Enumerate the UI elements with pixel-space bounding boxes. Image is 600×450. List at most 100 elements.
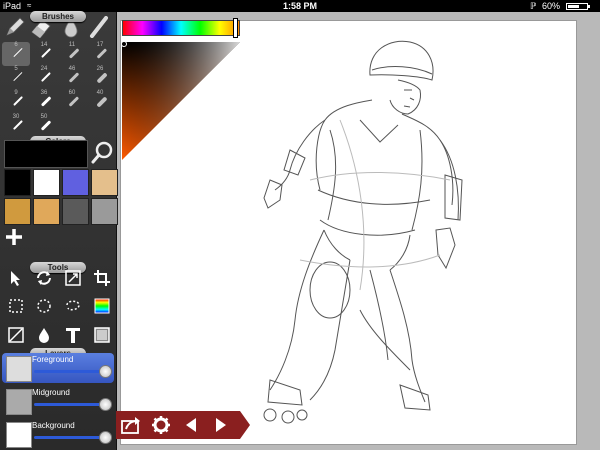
bluetooth-icon: ℙ — [530, 1, 537, 11]
brush-stroke-preview — [96, 96, 108, 108]
brush-size-label: 26 — [96, 66, 104, 72]
layer-opacity-slider[interactable] — [34, 370, 104, 373]
redo-arrow-icon[interactable] — [210, 415, 232, 435]
airbrush-icon[interactable] — [88, 16, 110, 38]
hue-slider-handle[interactable] — [232, 18, 238, 38]
layer-opacity-knob[interactable] — [99, 431, 112, 444]
brush-size-label: 11 — [68, 42, 76, 48]
left-tool-panel: Brushes 6141117524462693660403050 Colors… — [0, 11, 118, 450]
settings-gear-icon[interactable] — [150, 415, 172, 435]
brush-size-label: 50 — [40, 114, 48, 120]
layer-opacity-knob[interactable] — [99, 365, 112, 378]
brush-stroke-preview — [13, 47, 23, 58]
brush-type-bar: Brushes — [0, 11, 116, 40]
color-swatch[interactable] — [91, 198, 118, 225]
layer-thumbnail[interactable] — [6, 422, 32, 448]
brush-stroke-preview — [13, 71, 23, 82]
layer-row[interactable]: Foreground — [2, 353, 114, 383]
brush-size-option[interactable]: 26 — [86, 66, 114, 90]
layer-thumbnail[interactable] — [6, 389, 32, 415]
brush-size-option[interactable]: 36 — [30, 90, 58, 114]
brush-size-label: 46 — [68, 66, 76, 72]
brush-size-option[interactable]: 50 — [30, 114, 58, 138]
text-tool-icon[interactable] — [64, 326, 82, 344]
brush-size-label: 36 — [40, 90, 48, 96]
layer-opacity-slider[interactable] — [34, 403, 104, 406]
brush-size-label: 9 — [14, 90, 18, 96]
brush-size-label: 5 — [14, 66, 18, 72]
select-arrow-icon[interactable] — [7, 269, 25, 287]
magnifier-icon[interactable] — [90, 140, 114, 166]
fill-drop-icon[interactable] — [35, 326, 53, 344]
brush-size-option[interactable]: 46 — [58, 66, 86, 90]
brush-size-option[interactable] — [58, 114, 86, 138]
layer-name: Midground — [32, 388, 70, 397]
brush-stroke-preview — [96, 72, 108, 84]
pencil-icon[interactable] — [4, 16, 26, 38]
share-export-icon[interactable] — [120, 415, 142, 435]
scale-icon[interactable] — [64, 269, 82, 287]
undo-arrow-icon[interactable] — [180, 415, 202, 435]
brush-size-option[interactable]: 6 — [2, 42, 30, 66]
brush-stroke-preview — [40, 72, 52, 83]
brush-stroke-preview — [41, 48, 51, 58]
color-swatch[interactable] — [62, 198, 89, 225]
battery-icon — [566, 3, 590, 10]
layer-row[interactable]: Background — [2, 419, 114, 449]
current-color-preview[interactable] — [4, 140, 88, 168]
layer-name: Background — [32, 421, 75, 430]
skater-sketch — [263, 40, 463, 424]
saturation-brightness-picker[interactable] — [122, 42, 240, 160]
color-swatch[interactable] — [91, 169, 118, 196]
add-color-icon[interactable] — [4, 227, 24, 247]
brush-stroke-preview — [40, 120, 52, 131]
clock: 1:58 PM — [282, 1, 317, 11]
gradient-fill-icon[interactable] — [93, 297, 111, 315]
brush-stroke-preview — [68, 72, 80, 83]
layer-opacity-slider[interactable] — [34, 436, 104, 439]
crop-icon[interactable] — [93, 269, 111, 287]
status-bar: iPad ≈ 1:58 PM ℙ 60% — [0, 0, 600, 12]
layer-opacity-knob[interactable] — [99, 398, 112, 411]
battery-percent: 60% — [542, 1, 561, 11]
color-swatch[interactable] — [4, 198, 31, 225]
brush-size-option[interactable]: 24 — [30, 66, 58, 90]
brush-size-label: 40 — [96, 90, 104, 96]
brush-size-option[interactable]: 9 — [2, 90, 30, 114]
battery-fill — [568, 5, 579, 8]
brush-size-option[interactable]: 17 — [86, 42, 114, 66]
image-layer-icon[interactable] — [93, 326, 111, 344]
color-swatch[interactable] — [4, 169, 31, 196]
brush-stroke-preview — [13, 96, 23, 106]
hue-slider[interactable] — [122, 20, 240, 36]
layer-name: Foreground — [32, 355, 74, 364]
rect-select-icon[interactable] — [7, 297, 25, 315]
brush-size-option[interactable] — [86, 114, 114, 138]
brush-size-label: 17 — [96, 42, 104, 48]
brush-size-option[interactable]: 14 — [30, 42, 58, 66]
bottom-action-bar — [116, 411, 250, 439]
brush-size-option[interactable]: 60 — [58, 90, 86, 114]
brush-size-option[interactable]: 30 — [2, 114, 30, 138]
brush-size-option[interactable]: 5 — [2, 66, 30, 90]
layer-row[interactable]: Midground — [2, 386, 114, 416]
brush-stroke-preview — [68, 48, 80, 59]
brush-size-option[interactable]: 11 — [58, 42, 86, 66]
shape-line-icon[interactable] — [7, 326, 25, 344]
lasso-icon[interactable] — [64, 297, 82, 315]
rotate-icon[interactable] — [35, 269, 53, 287]
ellipse-select-icon[interactable] — [35, 297, 53, 315]
brush-stroke-preview — [68, 96, 80, 108]
brush-stroke-preview — [40, 96, 52, 107]
brush-stroke-preview — [96, 48, 108, 60]
brush-size-label: 24 — [40, 66, 48, 72]
color-swatch[interactable] — [33, 169, 60, 196]
brush-stroke-preview — [12, 120, 24, 131]
brush-size-grid: 6 14 11 17 5 24 46 26 9 36 60 40 30 50 — [0, 42, 116, 140]
brush-size-option[interactable]: 40 — [86, 90, 114, 114]
layer-thumbnail[interactable] — [6, 356, 32, 382]
brushes-header: Brushes — [30, 11, 86, 22]
color-swatch[interactable] — [62, 169, 89, 196]
color-swatch[interactable] — [33, 198, 60, 225]
brush-size-label: 14 — [40, 42, 48, 48]
